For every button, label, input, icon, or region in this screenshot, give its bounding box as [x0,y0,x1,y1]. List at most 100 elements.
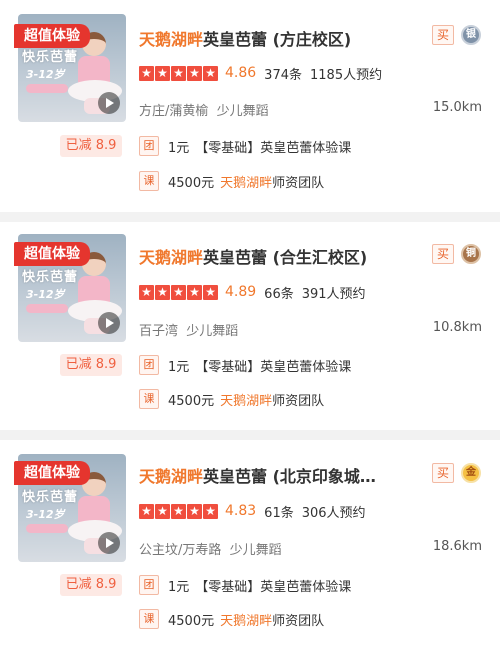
shop-name[interactable]: 天鹅湖畔英皇芭蕾 (方庄校区) [139,26,413,50]
thumbnail-title: 快乐芭蕾 [22,270,79,285]
review-count: 66条 [264,286,294,302]
star-icon: ★ [139,65,154,81]
deal-price: 1元 [168,140,190,156]
review-count: 61条 [264,505,294,521]
rating-score: 4.89 [225,284,257,300]
review-count: 374条 [264,67,302,83]
rating-row: ★ ★ ★ ★ ★ 4.86 374条 1185人预约 [139,65,382,83]
card-separator [0,212,500,222]
booking-count: 306人预约 [301,505,366,521]
course-deal-tag: 课 [139,389,159,409]
thumbnail-age: 3-12岁 [26,68,65,81]
discount-badge: 已减 8.9 [60,574,122,596]
deal-brand: 天鹅湖畔 [220,613,273,629]
star-rating: ★ ★ ★ ★ ★ [139,284,218,300]
star-rating: ★ ★ ★ ★ ★ [139,65,218,81]
shop-brand: 天鹅湖畔 [139,248,204,267]
rating-score: 4.83 [225,503,257,519]
star-icon: ★ [171,503,186,519]
star-icon: ★ [187,284,202,300]
value-badge: 超值体验 [14,24,90,48]
deal-title: 【零基础】英皇芭蕾体验课 [195,579,352,595]
star-rating: ★ ★ ★ ★ ★ [139,503,218,519]
shop-name-rest: 英皇芭蕾 (方庄校区) [203,30,352,49]
area-label: 公主坟/万寿路 [139,543,222,558]
deal-title: 师资团队 [272,613,325,629]
rating-row: ★ ★ ★ ★ ★ 4.89 66条 391人预约 [139,284,366,302]
discount-badge: 已减 8.9 [60,354,122,376]
course-deal[interactable]: 课 4500元 天鹅湖畔 师资团队 [139,608,324,630]
value-badge: 超值体验 [14,242,90,266]
card-separator [0,430,500,440]
deal-title: 师资团队 [272,175,325,191]
distance-label: 18.6km [432,539,482,554]
thumbnail-pill [26,84,68,93]
deal-brand: 天鹅湖畔 [220,393,273,409]
group-deal[interactable]: 团 1元 【零基础】英皇芭蕾体验课 [139,574,351,596]
deal-price: 1元 [168,359,190,375]
deal-brand: 天鹅湖畔 [220,175,273,191]
star-icon: ★ [171,284,186,300]
shop-card[interactable]: 快乐芭蕾 3-12岁 超值体验 天鹅湖畔英皇芭蕾 (方庄校区) 买 银 ★ ★ … [0,0,500,212]
star-icon: ★ [155,503,170,519]
buy-tag: 买 [432,244,454,264]
shop-name[interactable]: 天鹅湖畔英皇芭蕾 (合生汇校区) [139,244,413,268]
shop-name[interactable]: 天鹅湖畔英皇芭蕾 (北京印象城… [139,463,413,487]
thumbnail-pill [26,304,68,313]
distance-label: 15.0km [432,100,482,115]
group-deal[interactable]: 团 1元 【零基础】英皇芭蕾体验课 [139,354,351,376]
booking-count: 391人预约 [301,286,366,302]
course-deal-tag: 课 [139,609,159,629]
shop-card[interactable]: 快乐芭蕾 3-12岁 超值体验 天鹅湖畔英皇芭蕾 (合生汇校区) 买 铜 ★ ★… [0,222,500,430]
distance-label: 10.8km [432,320,482,335]
thumbnail-title: 快乐芭蕾 [22,490,79,505]
course-deal[interactable]: 课 4500元 天鹅湖畔 师资团队 [139,170,324,192]
star-icon: ★ [187,65,202,81]
star-icon: ★ [203,503,218,519]
buy-tag: 买 [432,463,454,483]
medal-icon: 银 [461,25,481,45]
star-icon: ★ [203,284,218,300]
course-deal[interactable]: 课 4500元 天鹅湖畔 师资团队 [139,388,324,410]
location-category: 方庄/蒲黄榆 少儿舞蹈 [139,100,269,119]
thumbnail-title: 快乐芭蕾 [22,50,79,65]
deal-price: 4500元 [168,175,215,191]
thumbnail-pill [26,524,68,533]
group-deal-tag: 团 [139,136,159,156]
group-deal[interactable]: 团 1元 【零基础】英皇芭蕾体验课 [139,135,351,157]
shop-name-rest: 英皇芭蕾 (北京印象城… [203,467,376,486]
shop-name-rest: 英皇芭蕾 (合生汇校区) [203,248,368,267]
medal-icon: 铜 [461,244,481,264]
area-label: 方庄/蒲黄榆 [139,104,209,119]
deal-price: 4500元 [168,613,215,629]
rating-score: 4.86 [225,65,257,81]
play-icon[interactable] [98,312,120,334]
star-icon: ★ [139,284,154,300]
star-icon: ★ [155,65,170,81]
buy-tag: 买 [432,25,454,45]
thumbnail-age: 3-12岁 [26,288,65,301]
star-icon: ★ [187,503,202,519]
shop-card[interactable]: 快乐芭蕾 3-12岁 超值体验 天鹅湖畔英皇芭蕾 (北京印象城… 买 金 ★ ★… [0,440,500,646]
deal-title: 【零基础】英皇芭蕾体验课 [195,140,352,156]
medal-icon: 金 [461,463,481,483]
star-icon: ★ [171,65,186,81]
play-icon[interactable] [98,92,120,114]
value-badge: 超值体验 [14,461,90,485]
location-category: 公主坟/万寿路 少儿舞蹈 [139,539,282,558]
group-deal-tag: 团 [139,355,159,375]
deal-price: 1元 [168,579,190,595]
category-label: 少儿舞蹈 [186,324,239,339]
category-label: 少儿舞蹈 [216,104,269,119]
deal-title: 【零基础】英皇芭蕾体验课 [195,359,352,375]
discount-badge: 已减 8.9 [60,135,122,157]
play-icon[interactable] [98,532,120,554]
thumbnail-age: 3-12岁 [26,508,65,521]
group-deal-tag: 团 [139,575,159,595]
shop-brand: 天鹅湖畔 [139,30,204,49]
deal-title: 师资团队 [272,393,325,409]
rating-row: ★ ★ ★ ★ ★ 4.83 61条 306人预约 [139,503,366,521]
star-icon: ★ [155,284,170,300]
location-category: 百子湾 少儿舞蹈 [139,320,238,339]
shop-brand: 天鹅湖畔 [139,467,204,486]
